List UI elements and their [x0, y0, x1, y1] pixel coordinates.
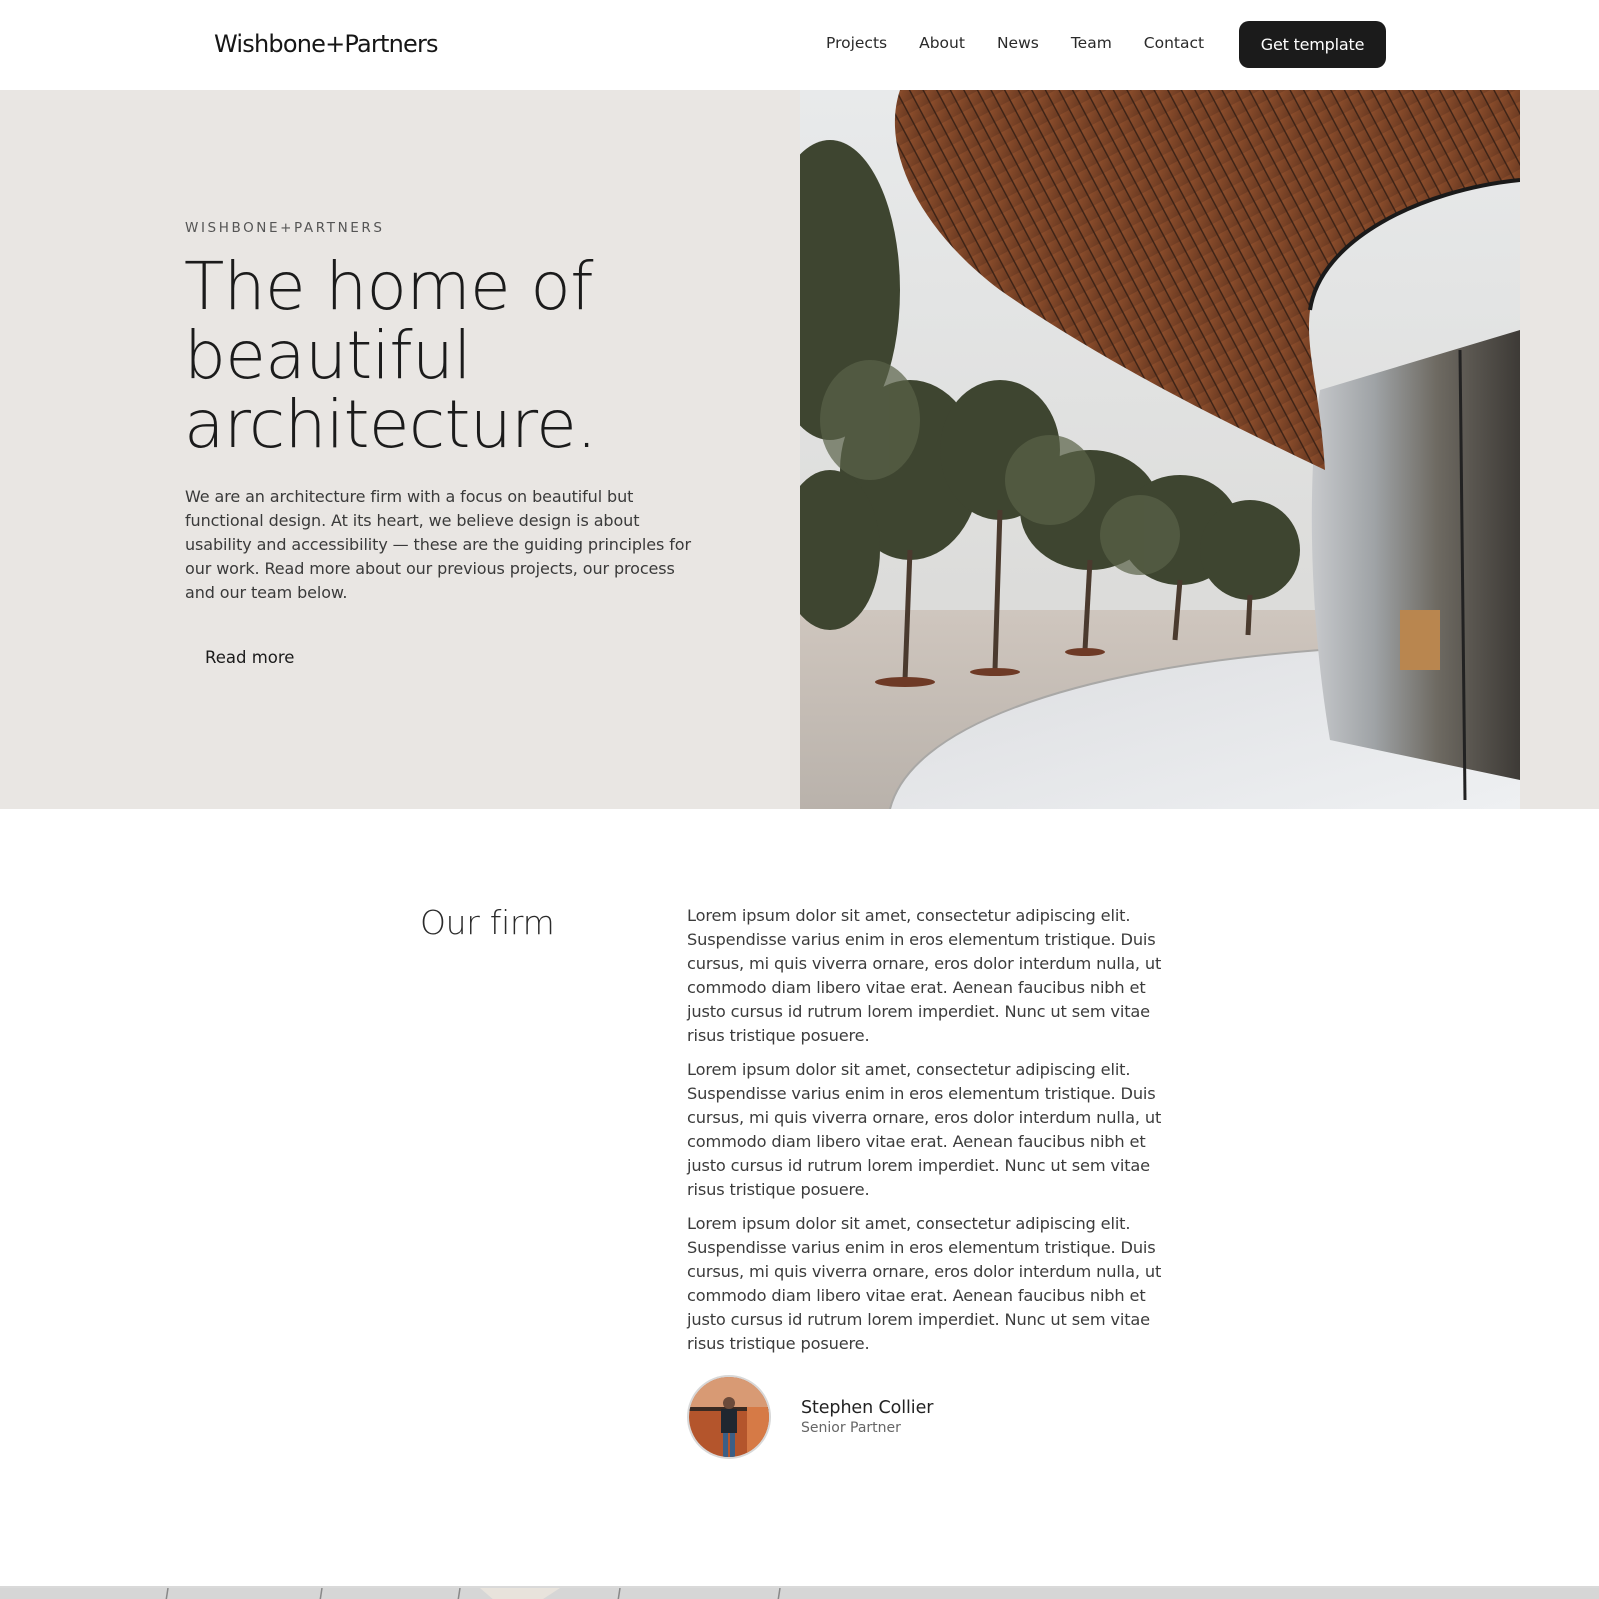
avatar [687, 1375, 771, 1459]
firm-body: Lorem ipsum dolor sit amet, consectetur … [687, 904, 1162, 1366]
nav-contact[interactable]: Contact [1144, 34, 1204, 52]
firm-heading: Our firm [420, 903, 555, 942]
author-card: Stephen Collier Senior Partner [687, 1375, 933, 1459]
nav-team[interactable]: Team [1071, 34, 1112, 52]
author-info: Stephen Collier Senior Partner [801, 1398, 933, 1436]
site-header: Wishbone+Partners Projects About News Te… [0, 0, 1599, 90]
firm-paragraph: Lorem ipsum dolor sit amet, consectetur … [687, 906, 1162, 1045]
hero-description: We are an architecture firm with a focus… [185, 487, 691, 602]
next-section-preview [0, 1586, 1599, 1599]
hero-title-line: beautiful [184, 317, 472, 394]
author-role: Senior Partner [801, 1420, 901, 1436]
architecture-photo [800, 90, 1520, 809]
hero-title: The home of beautiful architecture. [184, 252, 784, 459]
firm-paragraph: Lorem ipsum dolor sit amet, consectetur … [687, 1060, 1162, 1199]
read-more-link[interactable]: Read more [205, 648, 294, 667]
nav-projects[interactable]: Projects [826, 34, 887, 52]
logo[interactable]: Wishbone+Partners [214, 30, 439, 58]
nav-about[interactable]: About [919, 34, 965, 52]
hero-section: WISHBONE+PARTNERS The home of beautiful … [0, 90, 1599, 809]
hero-title-line: architecture. [184, 386, 597, 463]
nav-news[interactable]: News [997, 34, 1039, 52]
firm-paragraph: Lorem ipsum dolor sit amet, consectetur … [687, 1214, 1162, 1353]
hero-eyebrow: WISHBONE+PARTNERS [185, 220, 385, 236]
author-name: Stephen Collier [801, 1398, 934, 1418]
main-nav: Projects About News Team Contact [826, 34, 1204, 52]
hero-title-line: The home of [184, 248, 593, 325]
get-template-button[interactable]: Get template [1239, 21, 1386, 68]
